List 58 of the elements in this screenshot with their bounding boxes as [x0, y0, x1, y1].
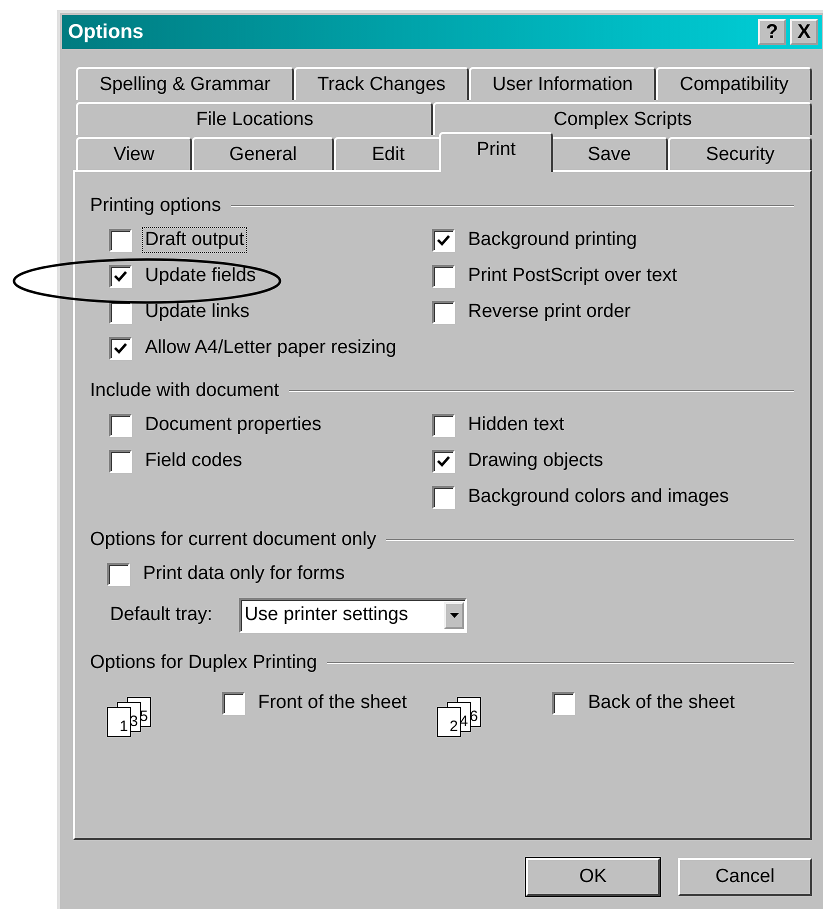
checkbox-label[interactable]: Allow A4/Letter paper resizing	[142, 335, 400, 361]
checkbox[interactable]	[432, 486, 455, 508]
checkbox-label[interactable]: Reverse print order	[465, 299, 634, 325]
checkbox[interactable]	[109, 228, 132, 252]
tab[interactable]: View	[76, 137, 192, 170]
checkmark-icon	[437, 456, 450, 466]
tab[interactable]: Compatibility	[656, 67, 812, 100]
checkmark-icon	[437, 234, 450, 246]
checkbox[interactable]	[109, 336, 132, 360]
checkbox[interactable]	[432, 414, 455, 436]
page-number: 2	[437, 707, 461, 737]
tab[interactable]: Track Changes	[294, 67, 469, 100]
checkbox[interactable]	[432, 450, 455, 472]
tab[interactable]: Spelling & Grammar	[76, 67, 294, 100]
checkbox[interactable]	[432, 300, 455, 324]
dropdown-arrow-icon	[450, 612, 459, 618]
group-heading: Options for current document only	[90, 529, 376, 551]
checkbox-label[interactable]: Back of the sheet	[585, 690, 738, 716]
tab[interactable]: Print	[439, 132, 554, 172]
close-button[interactable]: X	[790, 19, 818, 45]
checkbox-label[interactable]: Update links	[142, 299, 253, 325]
checkbox[interactable]	[109, 264, 132, 288]
tab[interactable]: Save	[550, 137, 668, 170]
checkbox-label[interactable]: Front of the sheet	[255, 690, 410, 716]
tab[interactable]: General	[192, 137, 334, 170]
tab[interactable]: File Locations	[76, 102, 434, 135]
checkbox-label[interactable]: Hidden text	[465, 412, 568, 438]
group-heading: Include with document	[90, 380, 280, 402]
ok-button[interactable]: OK	[526, 858, 660, 896]
checkbox-label[interactable]: Document properties	[142, 412, 324, 438]
help-button[interactable]: ?	[758, 19, 786, 45]
checkbox[interactable]	[109, 300, 132, 324]
checkbox[interactable]	[222, 692, 245, 714]
checkbox-label[interactable]: Print PostScript over text	[465, 263, 680, 289]
checkbox-label[interactable]: Print data only for forms	[140, 561, 348, 587]
tab[interactable]: Security	[668, 137, 812, 170]
group-heading: Printing options	[90, 195, 221, 217]
checkbox[interactable]	[109, 450, 132, 472]
window-title: Options	[68, 20, 145, 44]
checkbox[interactable]	[109, 414, 132, 436]
checkbox[interactable]	[432, 228, 455, 252]
checkmark-icon	[114, 270, 127, 282]
field-label: Default tray:	[109, 603, 214, 627]
tab[interactable]: Complex Scripts	[433, 102, 812, 135]
tab[interactable]: User Information	[468, 67, 656, 100]
page-number: 1	[107, 707, 131, 737]
group-heading: Options for Duplex Printing	[90, 652, 318, 674]
checkbox-label[interactable]: Background printing	[465, 227, 640, 253]
checkbox-label[interactable]: Background colors and images	[465, 484, 732, 510]
checkbox[interactable]	[107, 562, 130, 586]
dropdown-field[interactable]: Use printer settings	[239, 598, 468, 632]
checkmark-icon	[114, 342, 127, 354]
checkbox[interactable]	[432, 264, 455, 288]
checkbox-label[interactable]: Draft output	[142, 227, 248, 253]
checkbox-label[interactable]: Field codes	[142, 448, 246, 474]
checkbox[interactable]	[552, 692, 575, 714]
checkbox-label[interactable]: Drawing objects	[465, 448, 606, 474]
cancel-button[interactable]: Cancel	[678, 858, 812, 896]
